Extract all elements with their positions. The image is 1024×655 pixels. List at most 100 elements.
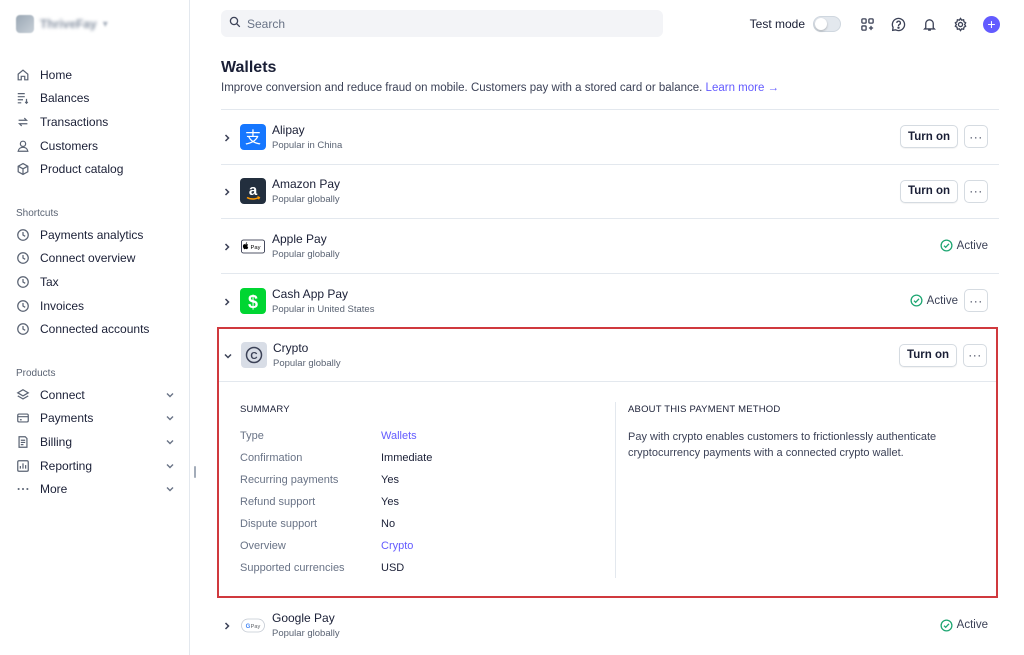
type-link[interactable]: Wallets [381,430,417,442]
status-label: Active [956,619,988,632]
chevron-right-icon[interactable] [222,186,232,196]
summary-section: SUMMARY Type Wallets Confirmation Immediat… [240,404,615,579]
method-name: Alipay [272,122,305,137]
customers-icon [16,139,30,153]
chevron-down-icon [164,389,176,401]
crypto-logo: C [241,342,267,368]
more-options-button[interactable]: ··· [964,179,988,203]
learn-more-link[interactable]: Learn more → [706,82,780,94]
bell-icon[interactable] [921,16,937,32]
svg-text:C: C [250,351,257,362]
chevron-right-icon[interactable] [222,620,232,630]
apple-pay-logo: Pay [240,233,266,259]
sidebar-item-customers[interactable]: Customers [16,134,176,158]
detail-row: Confirmation Immediate [240,447,615,469]
sidebar-item-more[interactable]: More [16,477,176,501]
turn-on-button[interactable]: Turn on [900,179,958,203]
more-options-button[interactable]: ··· [963,343,987,367]
detail-value: Yes [381,496,399,508]
chevron-down-icon: ▾ [102,18,108,30]
chevron-down-icon[interactable] [223,350,233,360]
sidebar-item-transactions[interactable]: Transactions [16,110,176,134]
about-title: ABOUT THIS PAYMENT METHOD [628,404,781,415]
sidebar-resize-handle[interactable] [194,466,196,478]
sidebar-item-label: Customers [40,138,99,153]
sidebar-item-home[interactable]: Home [16,63,176,87]
overview-link[interactable]: Crypto [381,540,413,552]
sidebar-item-label: Product catalog [40,162,124,177]
chevron-right-icon[interactable] [222,241,232,251]
method-name: Apple Pay [272,231,327,246]
sidebar-item-label: Balances [40,91,90,106]
list-item[interactable]: 支 Alipay Popular in China Turn on ··· [221,109,999,164]
sidebar-item-tax[interactable]: Tax [16,270,176,294]
detail-value: No [381,518,396,530]
help-icon[interactable] [890,16,906,32]
divider [615,402,616,578]
check-circle-icon [940,619,953,632]
chevron-right-icon[interactable] [222,132,232,142]
list-item[interactable]: $ Cash App Pay Popular in United States … [221,272,999,328]
products-nav: Connect Payments Billing Reporting More [16,383,176,501]
detail-row: Supported currencies USD [240,557,615,579]
list-item[interactable]: Pay Apple Pay Popular globally Active [221,218,999,273]
more-options-button[interactable]: ··· [964,125,988,149]
detail-value: USD [381,562,405,574]
page-title: Wallets [221,59,277,76]
sidebar-item-product-catalog[interactable]: Product catalog [16,157,176,181]
list-item[interactable]: C Crypto Popular globally Turn on ··· [219,329,996,382]
sidebar-item-label: Tax [40,274,59,289]
sidebar-item-label: Payments analytics [40,227,144,242]
method-name: Crypto [273,341,309,355]
sidebar-item-billing[interactable]: Billing [16,430,176,454]
sidebar-item-label: More [40,482,68,497]
list-item[interactable]: a Amazon Pay Popular globally Turn on ··… [221,163,999,219]
sidebar-item-balances[interactable]: Balances [16,87,176,111]
search-input[interactable] [247,16,647,31]
turn-on-button[interactable]: Turn on [899,343,957,367]
test-mode-label: Test mode [749,17,805,31]
detail-row: Overview Crypto [240,535,615,557]
list-item[interactable]: G Pay Google Pay Popular globally Active [221,598,999,653]
sidebar-item-connect[interactable]: Connect [16,383,176,407]
clock-icon [16,275,30,289]
create-new-button[interactable]: + [983,15,1000,33]
status-badge: Active [940,619,988,632]
detail-key: Refund support [240,496,316,508]
status-badge: Active [940,239,988,253]
method-name: Google Pay [272,611,335,626]
check-circle-icon [910,294,923,307]
status-badge: Active [910,294,958,307]
home-icon [16,68,30,82]
account-switcher[interactable]: ThriveFay ▾ [16,14,108,34]
sidebar-item-connected-accounts[interactable]: Connected accounts [16,317,176,341]
detail-row: Recurring payments Yes [240,469,615,491]
transactions-icon [16,115,30,129]
sidebar-item-reporting[interactable]: Reporting [16,454,176,478]
about-section: ABOUT THIS PAYMENT METHOD Pay with crypt… [628,404,978,461]
gear-icon[interactable] [952,16,968,32]
detail-key: Recurring payments [240,474,339,486]
subtitle-text: Improve conversion and reduce fraud on m… [221,82,703,94]
status-label: Active [956,239,988,252]
sidebar-item-payments[interactable]: Payments [16,407,176,431]
sidebar-item-label: Transactions [40,114,109,129]
method-popularity: Popular in United States [272,303,375,315]
more-options-button[interactable]: ··· [964,289,988,313]
sidebar-item-connect-overview[interactable]: Connect overview [16,247,176,271]
chevron-right-icon[interactable] [222,296,232,306]
clock-icon [16,251,30,265]
main-nav: Home Balances Transactions Customers Pro… [16,63,176,181]
summary-title: SUMMARY [240,404,290,415]
test-mode-toggle[interactable] [813,16,841,32]
svg-text:Pay: Pay [251,245,261,251]
turn-on-button[interactable]: Turn on [900,125,958,149]
sidebar-item-payments-analytics[interactable]: Payments analytics [16,223,176,247]
detail-key: Dispute support [240,518,318,530]
apps-icon[interactable] [859,16,875,32]
clock-icon [16,228,30,242]
method-popularity: Popular globally [272,628,340,640]
search-bar[interactable] [221,10,663,37]
svg-text:Pay: Pay [251,624,261,630]
sidebar-item-invoices[interactable]: Invoices [16,294,176,318]
